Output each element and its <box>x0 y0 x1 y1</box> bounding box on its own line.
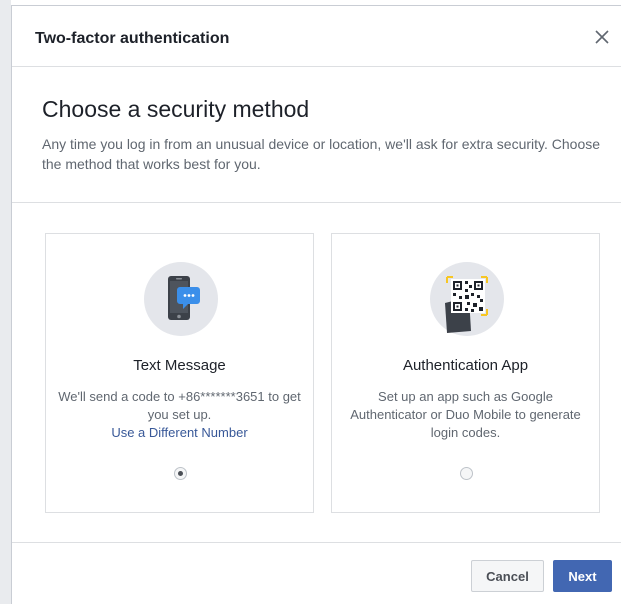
radio-authentication-app[interactable] <box>460 467 473 480</box>
method-card-text-message[interactable]: Text Message We'll send a code to +86***… <box>45 233 314 513</box>
cancel-button[interactable]: Cancel <box>471 560 544 592</box>
intro-section: Choose a security method Any time you lo… <box>12 66 621 203</box>
background-strip <box>0 0 11 604</box>
dialog-footer: Cancel Next <box>12 542 621 606</box>
qr-code-phone-icon <box>429 261 505 337</box>
use-different-number-link[interactable]: Use a Different Number <box>56 424 303 442</box>
method-description-text: We'll send a code to +86*******3651 to g… <box>58 389 301 422</box>
section-description: Any time you log in from an unusual devi… <box>42 136 601 172</box>
radio-text-message[interactable] <box>174 467 187 480</box>
close-icon[interactable] <box>593 28 611 46</box>
method-title: Authentication App <box>402 357 529 374</box>
method-description: We'll send a code to +86*******3651 to g… <box>56 388 303 442</box>
dialog-header: Two-factor authentication <box>12 6 621 67</box>
method-title: Text Message <box>133 357 226 374</box>
phone-chat-icon <box>143 261 219 337</box>
method-description: Set up an app such as Google Authenticat… <box>350 389 581 440</box>
next-button[interactable]: Next <box>553 560 612 592</box>
method-card-authentication-app[interactable]: Authentication App Set up an app such as… <box>331 233 600 513</box>
dialog-title: Two-factor authentication <box>35 30 230 47</box>
two-factor-dialog: Two-factor authentication Choose a secur… <box>11 5 621 604</box>
section-heading: Choose a security method <box>42 96 310 122</box>
